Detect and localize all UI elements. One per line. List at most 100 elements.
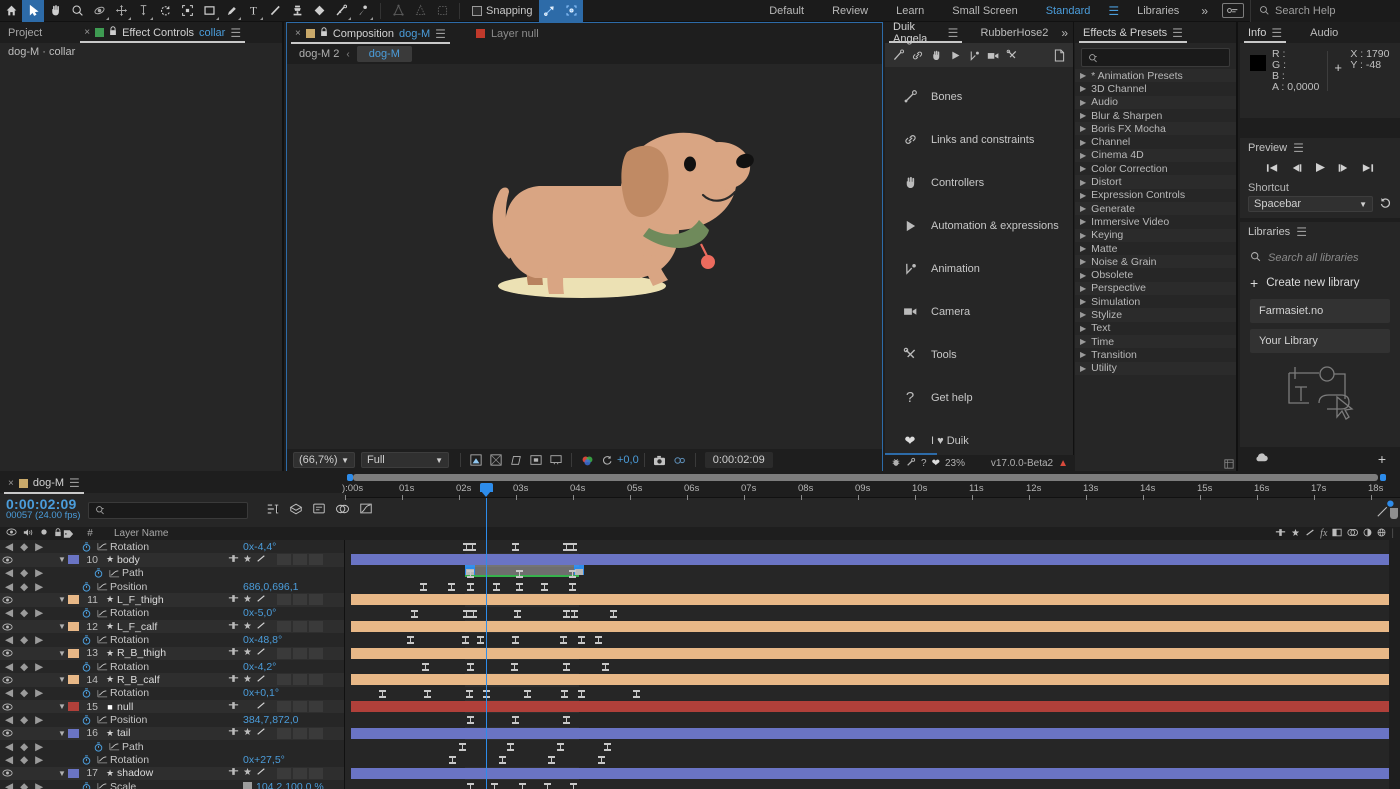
keyframe-marker[interactable]	[514, 610, 521, 618]
solo-toggle[interactable]	[28, 553, 42, 566]
previous-keyframe-icon[interactable]: ◀	[5, 607, 13, 619]
heart-icon[interactable]: ❤	[932, 458, 940, 469]
effects-icon[interactable]	[256, 674, 266, 686]
next-keyframe-icon[interactable]: ▶	[35, 541, 43, 553]
graph-editor-icon[interactable]	[94, 542, 110, 551]
switch-box[interactable]	[277, 768, 291, 779]
effects-category-row[interactable]: ▶Simulation	[1075, 295, 1236, 308]
layer-switch-boxes[interactable]	[277, 768, 323, 779]
timeline-property-row[interactable]: ◀◆▶Position384,7,872,0	[0, 713, 345, 726]
switch-box[interactable]	[293, 728, 307, 739]
layer-switches[interactable]	[228, 594, 266, 606]
keyframe-marker[interactable]	[407, 636, 414, 644]
timeline-keyframe-track[interactable]	[345, 660, 1400, 673]
timeline-property-row[interactable]: ◀◆▶Scale104,2,100,0 %	[0, 780, 345, 789]
quality-icon[interactable]	[243, 727, 252, 739]
keyframe-marker[interactable]	[424, 690, 431, 698]
chevron-right-icon[interactable]: ▶	[1080, 111, 1086, 120]
quality-icon[interactable]	[243, 621, 252, 633]
tab-audio[interactable]: Audio	[1302, 22, 1346, 43]
timeline-property-row[interactable]: ◀◆▶Rotation0x-5,0°	[0, 607, 345, 620]
layer-color-swatch[interactable]	[68, 675, 79, 684]
shape-tool-icon[interactable]	[198, 0, 220, 22]
show-snapshot-icon[interactable]	[670, 451, 690, 469]
property-name[interactable]: Rotation	[110, 541, 149, 553]
timeline-search-input[interactable]	[88, 502, 248, 519]
effects-category-row[interactable]: ▶Distort	[1075, 175, 1236, 188]
keyframe-navigator[interactable]: ◀◆▶	[0, 581, 56, 593]
timeline-keyframe-track[interactable]	[345, 713, 1400, 726]
property-value[interactable]: 686,0,696,1	[243, 581, 298, 593]
value-color-swatch[interactable]	[243, 782, 252, 789]
chevron-down-icon[interactable]: ▼	[56, 702, 68, 711]
switch-box[interactable]	[293, 621, 307, 632]
effects-category-row[interactable]: ▶Boris FX Mocha	[1075, 122, 1236, 135]
draft-3d-icon[interactable]	[289, 503, 303, 518]
switch-box[interactable]	[293, 768, 307, 779]
keyframe-marker[interactable]	[541, 583, 548, 591]
keyframe-toggle-icon[interactable]: ◆	[20, 781, 28, 789]
audio-toggle[interactable]	[14, 593, 28, 606]
graph-editor-icon[interactable]	[94, 582, 110, 591]
layer-name[interactable]: shadow	[117, 767, 153, 779]
keyframe-marker[interactable]	[493, 583, 500, 591]
property-name[interactable]: Path	[122, 741, 144, 753]
camera-icon[interactable]	[985, 45, 1002, 65]
effects-category-row[interactable]: ▶3D Channel	[1075, 82, 1236, 95]
libraries-search-input[interactable]: Search all libraries	[1240, 242, 1400, 269]
keyframe-marker[interactable]	[459, 743, 466, 751]
effects-icon[interactable]	[256, 554, 266, 566]
tab-rubberhose2[interactable]: RubberHose2	[972, 22, 1056, 43]
duik-item-get-help[interactable]: ? Get help	[885, 376, 1073, 419]
keyframe-marker[interactable]	[512, 636, 519, 644]
timeline-end-marker[interactable]	[1390, 508, 1398, 519]
property-value[interactable]: 0x+27,5°	[243, 754, 285, 766]
chevron-right-icon[interactable]: ▶	[1080, 324, 1086, 333]
roto-brush-icon[interactable]	[330, 0, 352, 22]
timeline-time-display[interactable]: 0:00:02:09 00057 (24.00 fps)	[6, 498, 80, 522]
frame-blending-icon[interactable]	[335, 503, 350, 518]
keyframe-marker[interactable]	[411, 610, 418, 618]
effects-category-row[interactable]: ▶* Animation Presets	[1075, 69, 1236, 82]
audio-toggle[interactable]	[14, 767, 28, 780]
parent-icon[interactable]	[228, 621, 239, 633]
keyframe-marker[interactable]	[569, 570, 576, 578]
previous-keyframe-icon[interactable]: ◀	[5, 741, 13, 753]
keyframe-marker[interactable]	[507, 743, 514, 751]
next-keyframe-icon[interactable]: ▶	[35, 714, 43, 726]
animation-icon[interactable]	[966, 45, 983, 65]
chevron-down-icon[interactable]: ▼	[56, 555, 68, 564]
effects-icon[interactable]	[256, 621, 266, 633]
effects-category-row[interactable]: ▶Perspective	[1075, 282, 1236, 295]
create-new-library-button[interactable]: + Create new library	[1240, 269, 1400, 299]
effects-category-row[interactable]: ▶Keying	[1075, 229, 1236, 242]
parent-icon[interactable]	[228, 701, 239, 713]
stopwatch-icon[interactable]	[78, 715, 94, 725]
keyframe-marker[interactable]	[512, 543, 519, 551]
tab-effects-presets[interactable]: Effects & Presets ☰	[1075, 22, 1191, 43]
effects-search-input[interactable]	[1081, 48, 1230, 67]
effects-icon[interactable]	[256, 594, 266, 606]
timeline-layer-track[interactable]	[345, 553, 1400, 566]
property-value[interactable]: 384,7,872,0	[243, 714, 298, 726]
keyframe-marker[interactable]	[422, 663, 429, 671]
property-value[interactable]: 0x-48,8°	[243, 634, 282, 646]
keyframe-marker[interactable]	[578, 636, 585, 644]
duik-item-automation-expressions[interactable]: Automation & expressions	[885, 204, 1073, 247]
layer-color-swatch[interactable]	[68, 649, 79, 658]
timeline-layer-track[interactable]	[345, 620, 1400, 633]
link-icon[interactable]	[909, 45, 926, 65]
composition-stage[interactable]	[287, 64, 882, 449]
keyframe-marker[interactable]	[598, 756, 605, 764]
play-icon[interactable]	[947, 45, 964, 65]
chevron-right-icon[interactable]: ▶	[1080, 124, 1086, 133]
layer-duration-bar[interactable]	[351, 648, 1400, 659]
keyframe-marker[interactable]	[467, 570, 474, 578]
keyframe-navigator[interactable]: ◀◆▶	[0, 541, 56, 553]
next-keyframe-icon[interactable]: ▶	[35, 567, 43, 579]
audio-toggle[interactable]	[14, 673, 28, 686]
chevron-right-icon[interactable]: ▶	[1080, 178, 1086, 187]
snapshot-icon[interactable]	[650, 451, 670, 469]
switch-box[interactable]	[277, 554, 291, 565]
layer-color-swatch[interactable]	[68, 702, 79, 711]
